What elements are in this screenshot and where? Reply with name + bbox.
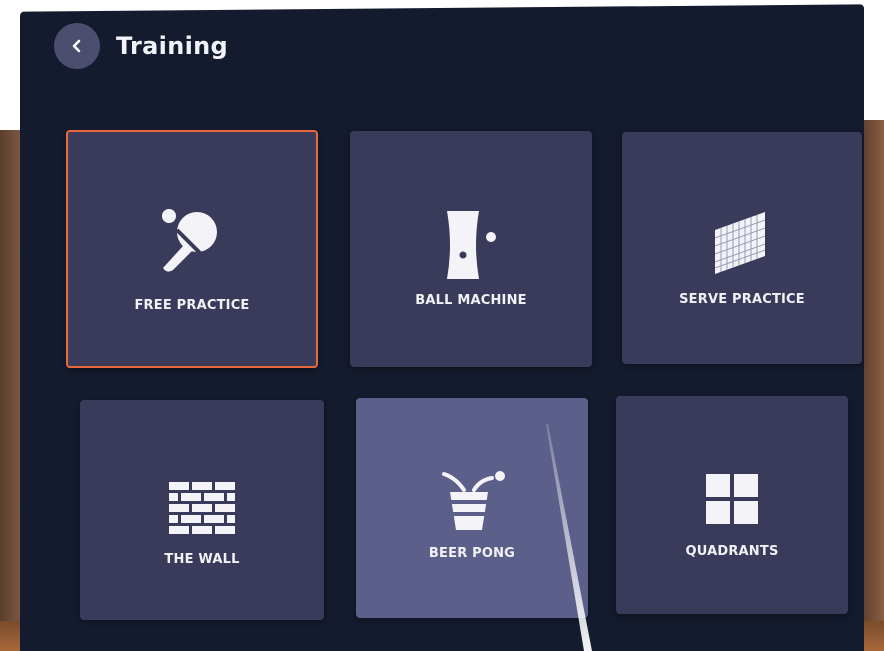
tile-beer-pong[interactable]: BEER PONG <box>356 398 588 618</box>
net-icon <box>622 206 862 276</box>
tile-label: FREE PRACTICE <box>134 298 250 313</box>
back-button[interactable] <box>54 23 100 69</box>
tile-label: SERVE PRACTICE <box>679 292 805 307</box>
tile-free-practice[interactable]: FREE PRACTICE <box>66 130 318 368</box>
ball-machine-icon <box>350 209 592 281</box>
page-title: Training <box>116 32 228 60</box>
tile-ball-machine[interactable]: BALL MACHINE <box>350 131 592 367</box>
paddle-ball-icon <box>68 206 316 278</box>
tile-label: THE WALL <box>164 552 240 567</box>
chevron-left-icon <box>72 39 81 53</box>
cup-bounce-icon <box>356 468 588 532</box>
vr-scene: Training FREE PRACTICE BALL MACHINE SERV… <box>0 0 884 651</box>
tile-label: BALL MACHINE <box>415 293 527 308</box>
tile-quadrants[interactable]: QUADRANTS <box>616 396 848 614</box>
tile-serve-practice[interactable]: SERVE PRACTICE <box>622 132 862 364</box>
tile-label: QUADRANTS <box>685 544 779 559</box>
quadrants-icon <box>616 472 848 526</box>
tile-label: BEER PONG <box>428 546 516 561</box>
tile-the-wall[interactable]: THE WALL <box>80 400 324 620</box>
brick-wall-icon <box>80 480 324 536</box>
header: Training <box>54 23 228 69</box>
